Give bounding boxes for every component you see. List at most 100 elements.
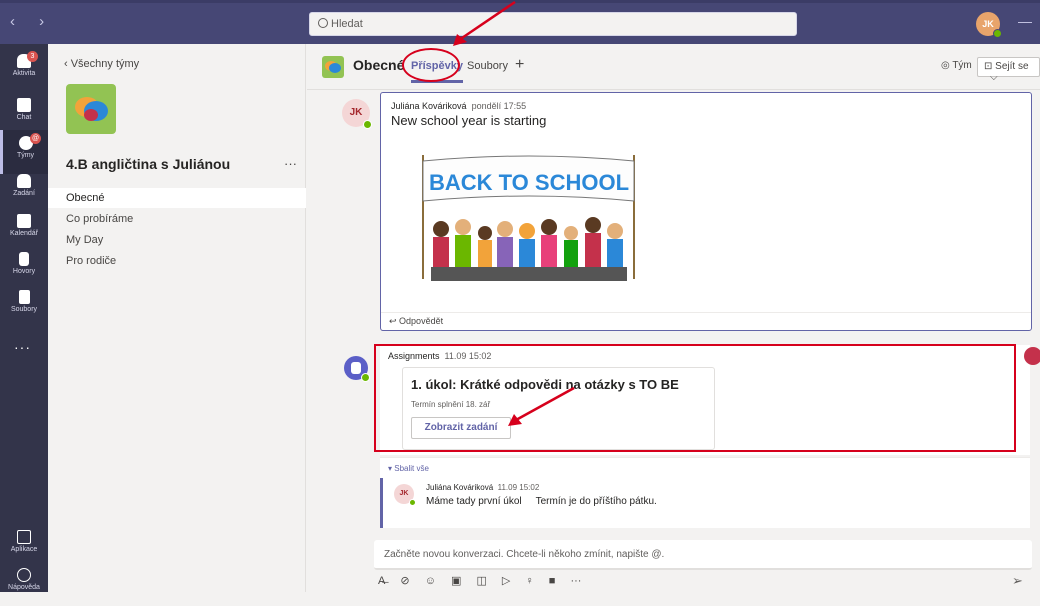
- reply-message: Máme tady první úkol Termín je do příštíh…: [426, 496, 657, 507]
- channel-general[interactable]: Obecné: [48, 188, 306, 208]
- rail-label: Chat: [16, 114, 32, 121]
- reply-icon: ↩: [389, 316, 400, 326]
- reply-meta: Juliána Kováriková 11.09 15:02: [426, 483, 539, 492]
- compose-toolbar: A̶ ⊘ ☺ ▣ ◫ ▷ ♀ ■ ···: [378, 574, 1038, 590]
- author-avatar[interactable]: JK: [342, 99, 372, 129]
- annotation-box: [374, 344, 1016, 452]
- post-time: pondělí 17:55: [471, 101, 527, 111]
- teams-badge: @: [30, 133, 41, 144]
- rail-label: Zadání: [13, 190, 35, 197]
- rail-label: Aktivita: [12, 70, 36, 77]
- post-title: New school year is starting: [391, 113, 547, 128]
- team-more-button[interactable]: ···: [284, 156, 297, 171]
- add-tab-button[interactable]: +: [515, 56, 524, 74]
- app-rail: 3 Aktivita Chat @ Týmy Zadání Kalendář H…: [0, 44, 48, 592]
- attach-icon[interactable]: ⊘: [400, 575, 409, 587]
- more-apps-button[interactable]: ···: [14, 339, 31, 355]
- minimize-button[interactable]: —: [1018, 13, 1032, 29]
- presence-indicator: [409, 499, 416, 506]
- meet-button[interactable]: ⊡ Sejít se ⌵: [977, 57, 1040, 83]
- praise-icon[interactable]: ♀: [525, 575, 533, 587]
- user-avatar[interactable]: JK: [976, 12, 1002, 38]
- format-icon[interactable]: A̶: [378, 575, 385, 587]
- reply-time: 11.09 15:02: [497, 483, 540, 492]
- meet-now-icon[interactable]: ▷: [502, 575, 510, 587]
- team-logo: [66, 84, 116, 134]
- channel-my-day[interactable]: My Day: [48, 230, 306, 250]
- user-initials: JK: [982, 19, 994, 29]
- video-icon: ⊡: [984, 61, 996, 72]
- thread-line: [380, 478, 383, 528]
- apps-icon: [17, 530, 31, 544]
- rail-label: Nápověda: [8, 584, 40, 591]
- apps-badge-icon[interactable]: [1024, 347, 1040, 365]
- assignments-icon: [17, 174, 31, 188]
- reply-text-2: Termín je do příštího pátku.: [535, 496, 657, 507]
- calendar-icon: [17, 214, 31, 228]
- search-icon: [318, 18, 328, 28]
- post-card[interactable]: Juliána Kováriková pondělí 17:55 New sch…: [380, 92, 1032, 331]
- collapse-all-link[interactable]: ▾ Sbalit vše: [388, 464, 429, 473]
- meet-button-label: Sejít se: [995, 61, 1029, 72]
- history-arrows[interactable]: ‹ ›: [10, 13, 54, 30]
- reply-button[interactable]: ↩ Odpovědět: [381, 312, 1031, 330]
- activity-badge: 3: [27, 51, 38, 62]
- more-options-icon[interactable]: ···: [570, 575, 581, 587]
- emoji-icon[interactable]: ☺: [425, 575, 436, 587]
- rail-item-assignments[interactable]: Zadání: [0, 168, 48, 212]
- rail-label: Kalendář: [9, 230, 39, 237]
- channel-topics[interactable]: Co probíráme: [48, 209, 306, 229]
- annotation-arrow-top: [453, 0, 516, 46]
- reply-author: Juliána Kováriková: [426, 483, 494, 492]
- compose-input[interactable]: Začněte novou konverzaci. Chcete-li něko…: [374, 540, 1032, 570]
- team-name: 4.B angličtina s Juliánou: [66, 156, 231, 172]
- phone-icon: [19, 252, 29, 266]
- team-button[interactable]: ◎ Tým: [935, 57, 978, 77]
- channel-title: Obecné: [353, 57, 405, 73]
- conversation-feed: JK Juliána Kováriková pondělí 17:55 New …: [307, 91, 1040, 528]
- back-to-school-illustration: BACK TO SCHOOL: [422, 155, 635, 281]
- teams-panel: ‹ Všechny týmy 4.B angličtina s Juliánou…: [48, 44, 306, 592]
- reply-label: Odpovědět: [399, 316, 444, 326]
- reply-author-avatar[interactable]: JK: [394, 484, 416, 506]
- annotation-circle: [402, 48, 460, 82]
- collapse-label: Sbalit vše: [394, 464, 429, 473]
- search-placeholder: Hledat: [331, 18, 363, 30]
- help-icon: [17, 568, 31, 582]
- channel-logo: [322, 56, 344, 78]
- post-author: Juliána Kováriková: [391, 101, 467, 111]
- rail-label: Soubory: [10, 306, 38, 313]
- all-teams-link[interactable]: ‹ Všechny týmy: [64, 58, 139, 70]
- team-logo-graphic: [75, 97, 108, 121]
- rail-label: Hovory: [12, 268, 36, 275]
- rail-item-help[interactable]: Nápověda: [0, 562, 48, 606]
- presence-indicator: [363, 120, 372, 129]
- thread-replies: ▾ Sbalit vše JK Juliána Kováriková 11.09…: [380, 457, 1030, 528]
- avatar-initials: JK: [349, 107, 363, 118]
- files-icon: [18, 290, 30, 304]
- rail-label: Týmy: [16, 152, 35, 159]
- gif-icon[interactable]: ▣: [451, 575, 461, 587]
- rail-item-activity[interactable]: 3 Aktivita: [0, 48, 48, 92]
- eye-icon: ◎: [941, 60, 953, 71]
- chat-icon: [17, 98, 31, 112]
- post-header: Juliána Kováriková pondělí 17:55 New sch…: [391, 101, 546, 128]
- rail-item-files[interactable]: Soubory: [0, 284, 48, 328]
- team-button-label: Tým: [952, 60, 972, 71]
- channel-logo-graphic: [325, 61, 341, 73]
- avatar-initials: JK: [399, 490, 409, 497]
- chevron-down-icon: ⌵: [990, 72, 998, 83]
- back-to-school-image[interactable]: BACK TO SCHOOL: [401, 149, 656, 295]
- channel-parents[interactable]: Pro rodiče: [48, 251, 306, 271]
- reply-text-1: Máme tady první úkol: [426, 496, 522, 507]
- assignments-app-avatar[interactable]: [344, 356, 370, 382]
- presence-indicator: [361, 373, 370, 382]
- annotation-arrow-card: [508, 386, 575, 426]
- post-meta: Juliána Kováriková pondělí 17:55: [391, 101, 546, 111]
- sticker-icon[interactable]: ◫: [476, 575, 486, 587]
- stream-icon[interactable]: ■: [549, 575, 556, 587]
- search-input[interactable]: Hledat: [309, 12, 797, 36]
- send-icon[interactable]: ➢: [1012, 573, 1023, 589]
- tab-files[interactable]: Soubory: [467, 60, 508, 72]
- rail-label: Aplikace: [10, 546, 38, 553]
